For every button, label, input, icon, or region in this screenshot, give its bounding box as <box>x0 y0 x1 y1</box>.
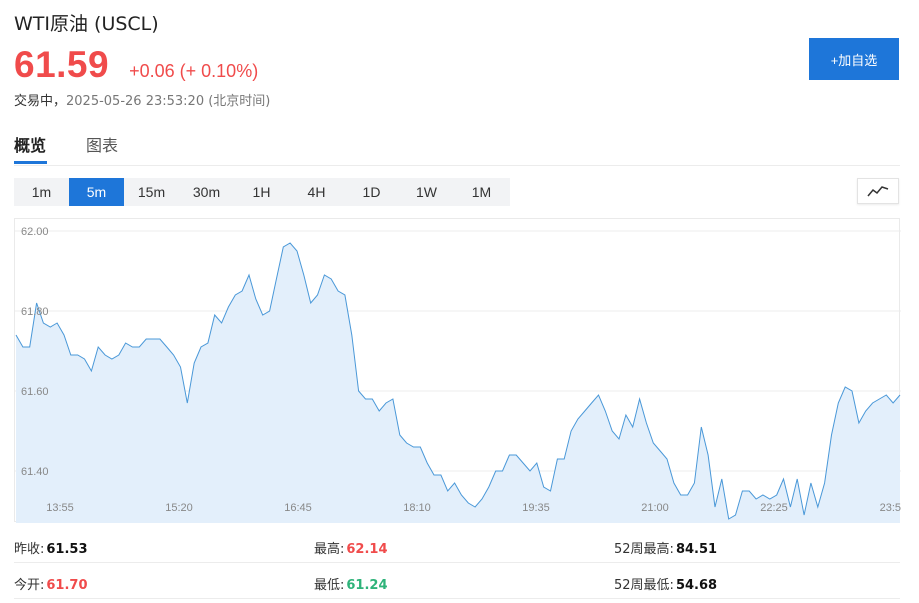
stats-table: 昨收: 61.53 最高: 62.14 52周最高: 84.51 今开: 61.70 最… <box>14 527 900 599</box>
x-tick-label: 23:5 <box>880 502 901 514</box>
stat-label: 52周最低: <box>614 578 674 593</box>
y-tick-label: 61.80 <box>21 306 49 318</box>
stat-label: 今开: <box>14 578 45 593</box>
stat-label: 最高: <box>314 542 345 557</box>
price-chart-svg: 62.00 61.80 61.60 61.40 13:55 15:20 16:45 18:1… <box>15 226 901 523</box>
stat-value: 61.24 <box>346 578 388 593</box>
tab-chart[interactable]: 图表 <box>86 132 118 156</box>
stat-high: 最高: 62.14 <box>314 538 388 557</box>
stat-value: 61.70 <box>46 578 88 593</box>
period-1d[interactable]: 1D <box>344 178 399 206</box>
x-tick-label: 22:25 <box>760 502 788 514</box>
stat-label: 昨收: <box>14 542 45 557</box>
status-timestamp: 2025-05-26 23:53:20 (北京时间) <box>66 94 271 109</box>
period-1h[interactable]: 1H <box>234 178 289 206</box>
x-tick-label: 16:45 <box>284 502 312 514</box>
period-4h[interactable]: 4H <box>289 178 344 206</box>
x-tick-label: 18:10 <box>403 502 431 514</box>
period-30m[interactable]: 30m <box>179 178 234 206</box>
stat-low: 最低: 61.24 <box>314 574 388 593</box>
status-label: 交易中， <box>14 94 67 109</box>
stat-value: 84.51 <box>675 542 718 557</box>
x-tick-label: 13:55 <box>46 502 74 514</box>
period-1w[interactable]: 1W <box>399 178 454 206</box>
tab-active-indicator <box>14 161 47 164</box>
stat-52w-high: 52周最高: 84.51 <box>614 538 717 557</box>
stat-value: 62.14 <box>346 542 388 557</box>
tab-overview[interactable]: 概览 <box>14 132 46 156</box>
line-chart-icon <box>867 186 889 197</box>
stat-prev-close: 昨收: 61.53 <box>14 538 88 557</box>
price-area <box>16 243 900 523</box>
x-tick-label: 21:00 <box>641 502 669 514</box>
period-1mo[interactable]: 1M <box>454 178 509 206</box>
stat-label: 最低: <box>314 578 345 593</box>
y-tick-label: 61.40 <box>21 466 49 478</box>
chart-type-toggle[interactable] <box>857 178 899 204</box>
x-tick-label: 19:35 <box>522 502 550 514</box>
y-tick-label: 61.60 <box>21 386 49 398</box>
period-15m[interactable]: 15m <box>124 178 179 206</box>
tab-bar: 概览 图表 <box>14 128 900 166</box>
y-tick-label: 62.00 <box>21 226 49 238</box>
price-change-pct: (+ 0.10%) <box>179 61 259 81</box>
trading-status: 交易中，2025-05-26 23:53:20 (北京时间) <box>14 90 270 109</box>
stats-row: 昨收: 61.53 最高: 62.14 52周最高: 84.51 <box>14 527 900 563</box>
price-row: 61.59 +0.06 (+ 0.10%) <box>14 44 258 86</box>
x-tick-label: 15:20 <box>165 502 193 514</box>
last-price: 61.59 <box>14 44 110 85</box>
period-1m[interactable]: 1m <box>14 178 69 206</box>
stat-label: 52周最高: <box>614 542 674 557</box>
stat-open: 今开: 61.70 <box>14 574 88 593</box>
period-5m[interactable]: 5m <box>69 178 124 206</box>
price-change-value: +0.06 <box>129 61 175 81</box>
price-chart[interactable]: 62.00 61.80 61.60 61.40 13:55 15:20 16:45 18:1… <box>14 218 901 523</box>
instrument-title: WTI原油 (USCL) <box>14 13 159 35</box>
stat-value: 61.53 <box>46 542 88 557</box>
stats-row: 今开: 61.70 最低: 61.24 52周最低: 54.68 <box>14 563 900 599</box>
period-selector: 1m 5m 15m 30m 1H 4H 1D 1W 1M <box>14 178 510 206</box>
add-watchlist-button[interactable]: +加自选 <box>809 38 899 80</box>
stat-value: 54.68 <box>675 578 718 593</box>
price-change: +0.06 (+ 0.10%) <box>129 61 258 82</box>
stat-52w-low: 52周最低: 54.68 <box>614 574 717 593</box>
